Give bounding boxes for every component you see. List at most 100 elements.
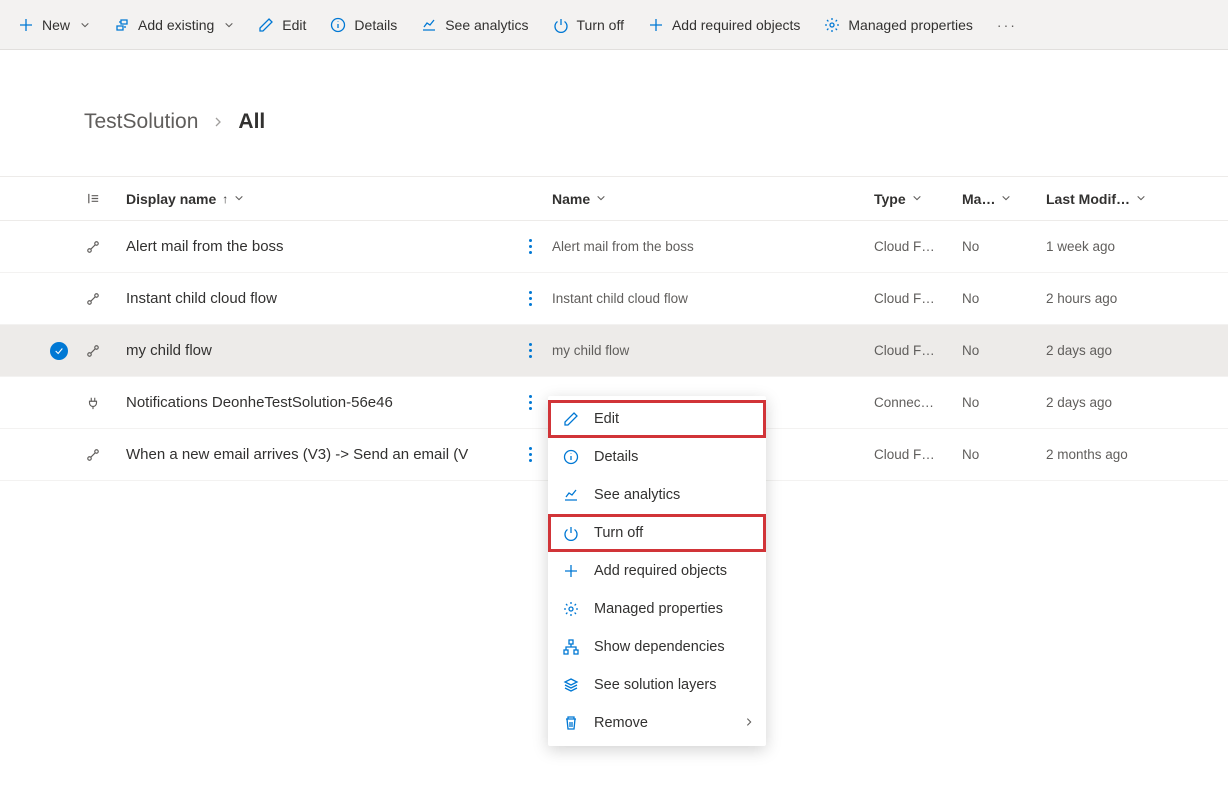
menu-details[interactable]: Details bbox=[548, 438, 766, 476]
overflow-button[interactable]: ··· bbox=[987, 11, 1027, 39]
menu-managed-properties-label: Managed properties bbox=[594, 601, 723, 617]
add-required-objects-button[interactable]: Add required objects bbox=[638, 11, 810, 39]
menu-edit-label: Edit bbox=[594, 411, 619, 427]
plus-icon bbox=[562, 562, 580, 580]
row-more-button[interactable] bbox=[508, 291, 552, 306]
cell-display-name[interactable]: Alert mail from the boss bbox=[112, 238, 508, 255]
gear-icon bbox=[562, 600, 580, 618]
chevron-right-icon bbox=[212, 110, 224, 134]
plus-icon bbox=[648, 17, 664, 33]
menu-remove[interactable]: Remove bbox=[548, 704, 766, 742]
managed-props-label: Managed properties bbox=[848, 17, 973, 33]
menu-managed-properties[interactable]: Managed properties bbox=[548, 590, 766, 628]
power-icon bbox=[553, 17, 569, 33]
menu-add-required-label: Add required objects bbox=[594, 563, 727, 579]
add-existing-button[interactable]: Add existing bbox=[104, 11, 244, 39]
col-header-display-name[interactable]: Display name ↑ bbox=[112, 191, 508, 207]
new-button[interactable]: New bbox=[8, 11, 100, 39]
menu-turn-off[interactable]: Turn off bbox=[548, 514, 766, 552]
dependencies-icon bbox=[562, 638, 580, 656]
table-row[interactable]: my child flowmy child flowCloud F…No2 da… bbox=[0, 325, 1228, 377]
flow-icon bbox=[74, 292, 112, 306]
see-analytics-label: See analytics bbox=[445, 17, 528, 33]
menu-see-analytics[interactable]: See analytics bbox=[548, 476, 766, 514]
info-icon bbox=[330, 17, 346, 33]
cell-managed: No bbox=[962, 343, 1046, 358]
menu-see-solution-layers-label: See solution layers bbox=[594, 677, 717, 693]
cell-modified: 2 hours ago bbox=[1046, 291, 1228, 306]
flow-icon bbox=[74, 448, 112, 462]
more-vertical-icon bbox=[529, 447, 532, 462]
managed-properties-button[interactable]: Managed properties bbox=[814, 11, 983, 39]
chevron-down-icon bbox=[912, 192, 922, 206]
cell-type: Connec… bbox=[874, 395, 962, 410]
chevron-down-icon bbox=[1001, 192, 1011, 206]
new-label: New bbox=[42, 17, 70, 33]
plus-icon bbox=[18, 17, 34, 33]
menu-see-analytics-label: See analytics bbox=[594, 487, 680, 503]
menu-details-label: Details bbox=[594, 449, 638, 465]
table-row[interactable]: Instant child cloud flow Instant child cl… bbox=[0, 273, 1228, 325]
row-more-button[interactable] bbox=[508, 343, 552, 358]
info-icon bbox=[562, 448, 580, 466]
col-header-name[interactable]: Name bbox=[552, 191, 874, 207]
see-analytics-button[interactable]: See analytics bbox=[411, 11, 538, 39]
table-header: Display name ↑ Name Type Ma… bbox=[0, 177, 1228, 221]
chevron-down-icon bbox=[224, 17, 234, 33]
more-vertical-icon bbox=[529, 291, 532, 306]
list-view-icon[interactable] bbox=[74, 191, 112, 206]
edit-icon bbox=[562, 410, 580, 428]
cell-type: Cloud F… bbox=[874, 239, 962, 254]
menu-show-dependencies[interactable]: Show dependencies bbox=[548, 628, 766, 666]
cell-name: my child flow bbox=[552, 343, 874, 358]
breadcrumb-root[interactable]: TestSolution bbox=[84, 110, 198, 134]
cell-type: Cloud F… bbox=[874, 447, 962, 462]
chevron-down-icon bbox=[234, 192, 244, 206]
cell-modified: 1 week ago bbox=[1046, 239, 1228, 254]
row-more-button[interactable] bbox=[508, 447, 552, 462]
breadcrumb: TestSolution All bbox=[0, 110, 1228, 134]
add-existing-icon bbox=[114, 17, 130, 33]
cell-type: Cloud F… bbox=[874, 343, 962, 358]
sort-asc-icon: ↑ bbox=[222, 192, 228, 206]
details-button[interactable]: Details bbox=[320, 11, 407, 39]
cell-display-name[interactable]: my child flow bbox=[112, 342, 508, 359]
menu-show-dependencies-label: Show dependencies bbox=[594, 639, 725, 655]
row-more-button[interactable] bbox=[508, 239, 552, 254]
cell-modified: 2 days ago bbox=[1046, 343, 1228, 358]
analytics-icon bbox=[562, 486, 580, 504]
more-vertical-icon bbox=[529, 395, 532, 410]
turn-off-button[interactable]: Turn off bbox=[543, 11, 634, 39]
more-vertical-icon bbox=[529, 343, 532, 358]
edit-label: Edit bbox=[282, 17, 306, 33]
cell-type: Cloud F… bbox=[874, 291, 962, 306]
row-more-button[interactable] bbox=[508, 395, 552, 410]
chevron-right-icon bbox=[744, 715, 754, 731]
edit-icon bbox=[258, 17, 274, 33]
table-row[interactable]: Alert mail from the bossAlert mail from … bbox=[0, 221, 1228, 273]
menu-add-required[interactable]: Add required objects bbox=[548, 552, 766, 590]
cell-display-name[interactable]: When a new email arrives (V3) -> Send an… bbox=[112, 446, 508, 463]
cell-name: Instant child cloud flow bbox=[552, 291, 874, 306]
chevron-down-icon bbox=[1136, 192, 1146, 206]
add-required-label: Add required objects bbox=[672, 17, 800, 33]
cell-display-name[interactable]: Notifications DeonheTestSolution-56e46 bbox=[112, 394, 508, 411]
cell-managed: No bbox=[962, 395, 1046, 410]
row-select[interactable] bbox=[44, 342, 74, 360]
col-header-type[interactable]: Type bbox=[874, 191, 962, 207]
menu-turn-off-label: Turn off bbox=[594, 525, 643, 541]
cell-managed: No bbox=[962, 291, 1046, 306]
edit-button[interactable]: Edit bbox=[248, 11, 316, 39]
cell-managed: No bbox=[962, 447, 1046, 462]
breadcrumb-current: All bbox=[238, 110, 265, 134]
turn-off-label: Turn off bbox=[577, 17, 624, 33]
flow-icon bbox=[74, 240, 112, 254]
col-header-managed[interactable]: Ma… bbox=[962, 191, 1046, 207]
power-icon bbox=[562, 524, 580, 542]
menu-edit[interactable]: Edit bbox=[548, 400, 766, 438]
cell-display-name[interactable]: Instant child cloud flow bbox=[112, 290, 508, 307]
cell-modified: 2 months ago bbox=[1046, 447, 1228, 462]
col-header-modified[interactable]: Last Modif… bbox=[1046, 191, 1228, 207]
checkmark-icon[interactable] bbox=[50, 342, 68, 360]
menu-see-solution-layers[interactable]: See solution layers bbox=[548, 666, 766, 704]
